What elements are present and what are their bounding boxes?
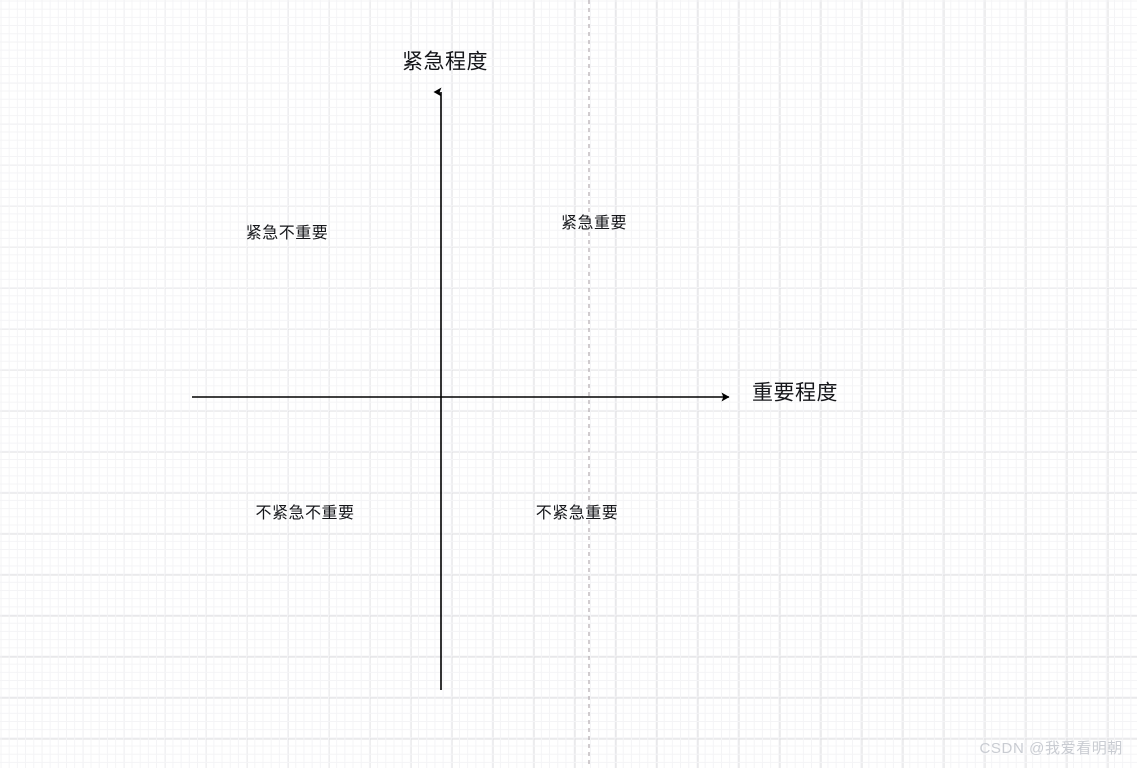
x-axis-title: 重要程度 [752,381,838,405]
quadrant-label-not-urgent-important: 不紧急重要 [535,505,619,522]
diagram-canvas: 紧急程度 重要程度 紧急不重要 紧急重要 不紧急不重要 不紧急重要 CSDN @… [0,0,1137,768]
quadrant-label-not-urgent-not-important: 不紧急不重要 [255,505,355,522]
quadrant-label-urgent-important: 紧急重要 [560,215,628,232]
axes-layer [192,0,730,768]
quadrant-label-urgent-not-important: 紧急不重要 [245,225,329,242]
y-axis-title: 紧急程度 [402,50,488,74]
watermark-text: CSDN @我爱看明朝 [979,740,1123,757]
